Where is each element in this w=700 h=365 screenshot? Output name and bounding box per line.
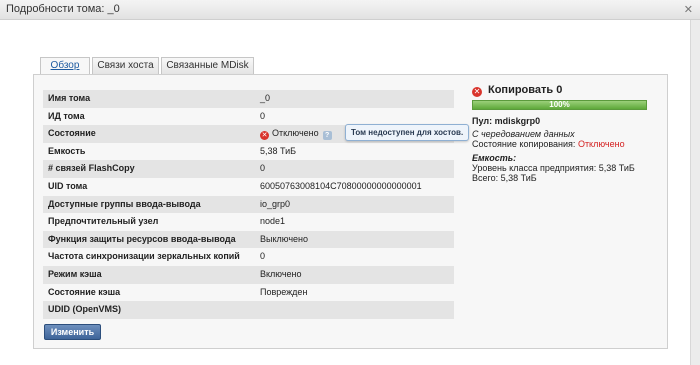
dialog-title: Подробности тома: _0 <box>6 3 120 15</box>
table-row: # связей FlashCopy 0 <box>43 160 454 178</box>
property-label: UID тома <box>48 180 88 191</box>
capacity-total: Всего: 5,38 ТиБ <box>472 173 537 183</box>
property-label: Предпочтительный узел <box>48 216 159 227</box>
property-label: UDID (OpenVMS) <box>48 304 121 315</box>
property-value: _0 <box>260 93 271 103</box>
table-row: Режим кэша Включено <box>43 265 454 284</box>
error-icon: ✕ <box>472 87 482 97</box>
tab-related-mdisks[interactable]: Связанные MDisk <box>161 57 254 74</box>
edit-button[interactable]: Изменить <box>44 324 101 340</box>
tab-host-mappings[interactable]: Связи хоста <box>92 57 159 74</box>
property-value: node1 <box>260 216 286 227</box>
status-value: ✕ Отключено? <box>260 125 332 143</box>
error-icon: ✕ <box>260 131 269 141</box>
property-value: 0 <box>260 251 266 262</box>
property-label: Режим кэша <box>48 268 102 279</box>
property-value: Включено <box>260 268 302 279</box>
copy-header: ✕ Копировать 0 <box>472 84 562 97</box>
table-row: ИД тома 0 <box>43 108 454 126</box>
copy-title: Копировать 0 <box>488 84 563 96</box>
property-value: Поврежден <box>260 286 308 297</box>
status-tooltip: Том недоступен для хостов. <box>345 124 470 141</box>
table-row: Предпочтительный узел node1 <box>43 213 454 231</box>
table-row: Имя тома _0 <box>43 90 454 108</box>
property-value: io_grp0 <box>260 198 291 209</box>
table-row: Функция защиты ресурсов ввода-вывода Вык… <box>43 230 454 249</box>
tab-overview[interactable]: Обзор <box>40 57 90 75</box>
capacity-header: Емкость: <box>472 153 517 163</box>
vertical-scrollbar[interactable] <box>690 20 700 365</box>
property-label: # связей FlashCopy <box>48 163 135 174</box>
copy-progress-bar: 100% <box>472 100 647 110</box>
property-value: 0 <box>260 110 266 121</box>
property-label: Имя тома <box>48 93 91 103</box>
property-value: 0 <box>260 163 266 174</box>
property-label: Доступные группы ввода-вывода <box>48 198 201 209</box>
table-row: Частота синхронизации зеркальных копий 0 <box>43 248 454 266</box>
property-label: Частота синхронизации зеркальных копий <box>48 251 240 262</box>
help-icon[interactable]: ? <box>322 131 332 141</box>
table-row: UID тома 60050763008104C7080000000000000… <box>43 178 454 196</box>
copy-striped: С чередованием данных <box>472 129 575 139</box>
property-label: Емкость <box>48 145 86 156</box>
property-label: ИД тома <box>48 110 85 121</box>
copy-pool: Пул: mdiskgrp0 <box>472 116 541 126</box>
property-label: Функция защиты ресурсов ввода-вывода <box>48 233 236 244</box>
dialog-titlebar: Подробности тома: _0 ✕ <box>0 0 700 20</box>
status-text: Отключено <box>272 128 319 139</box>
property-label: Состояние <box>48 128 96 139</box>
property-label: Состояние кэша <box>48 286 121 297</box>
table-row: Состояние кэша Поврежден <box>43 284 454 302</box>
close-icon[interactable]: ✕ <box>684 3 693 16</box>
capacity-tier: Уровень класса предприятия: 5,38 ТиБ <box>472 163 635 173</box>
copy-state-value: Отключено <box>577 139 625 149</box>
copy-state-label: Состояние копирования: <box>472 139 576 149</box>
table-row: Емкость 5,38 ТиБ <box>43 143 454 161</box>
progress-label: 100% <box>549 100 570 109</box>
table-row: Доступные группы ввода-вывода io_grp0 <box>43 195 454 214</box>
table-row: UDID (OpenVMS) <box>43 301 454 319</box>
property-value: 5,38 ТиБ <box>260 145 297 156</box>
property-value: Выключено <box>260 233 308 244</box>
copy-state: Состояние копирования: Отключено <box>472 139 625 149</box>
property-value: 60050763008104C70800000000000001 <box>260 180 422 191</box>
